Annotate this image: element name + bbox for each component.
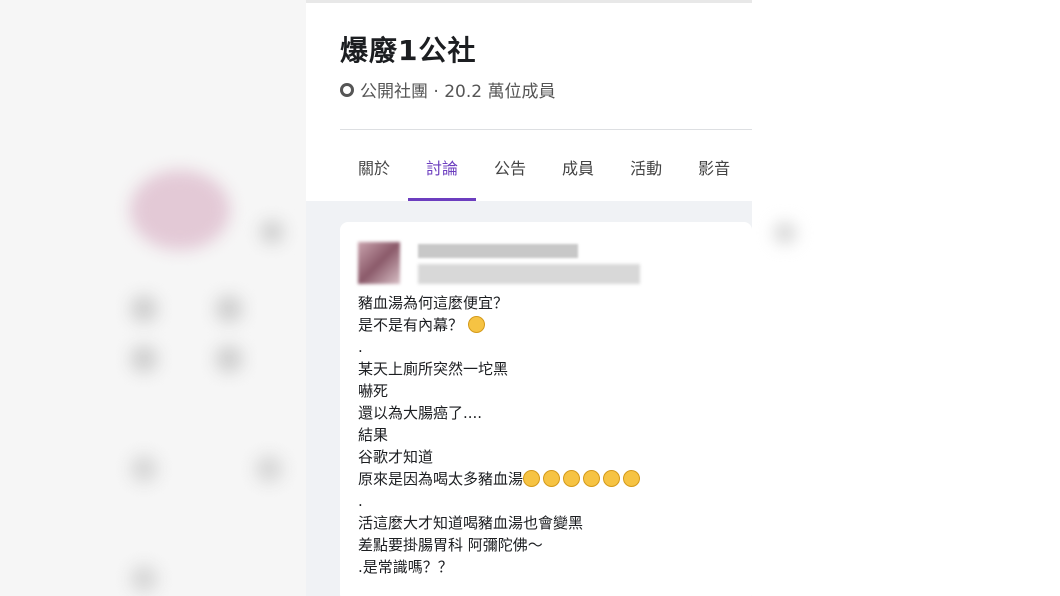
post-card: 豬血湯為何這麼便宜？ 是不是有內幕？ . 某天上廁所突然一坨黑 嚇死 還以為大腸…	[340, 222, 752, 596]
post-line-with-emoji: 是不是有內幕？	[358, 314, 643, 336]
post-line: .是常識嗎？？	[358, 558, 453, 576]
tab-discussion[interactable]: 討論	[408, 141, 477, 201]
globe-icon	[340, 82, 354, 97]
author-name-blurred	[418, 244, 578, 258]
post-line: .	[358, 338, 363, 356]
tab-events[interactable]: 活動	[612, 141, 680, 201]
blurred-background-right	[752, 0, 1060, 596]
laughing-crying-icon	[523, 470, 541, 487]
group-title: 爆廢1公社	[340, 34, 477, 67]
post-line: 谷歌才知道	[358, 448, 434, 466]
laughing-crying-icon	[603, 470, 621, 487]
post-line: 還以為大腸癌了....	[358, 404, 483, 422]
laughing-crying-icon	[583, 470, 601, 487]
worried-face-icon	[467, 316, 485, 333]
post-line: 結果	[358, 426, 389, 444]
tab-videos[interactable]: 影音	[680, 141, 748, 201]
post-meta-blurred	[418, 264, 640, 284]
post-line: 是不是有內幕？	[358, 316, 464, 334]
group-header: 爆廢1公社 公開社團 · 20.2 萬位成員 關於 討論 公告 成員 活動 影音	[306, 0, 752, 201]
post-line: 嚇死	[358, 382, 389, 400]
avatar[interactable]	[358, 242, 400, 284]
laughing-crying-icon	[623, 470, 641, 487]
divider	[340, 129, 752, 130]
post-line-with-emoji: 原來是因為喝太多豬血湯	[358, 468, 643, 490]
post-line: 原來是因為喝太多豬血湯	[358, 470, 524, 488]
group-privacy-members: 公開社團 · 20.2 萬位成員	[360, 82, 556, 102]
blurred-background-left	[0, 0, 306, 596]
post-line: .	[358, 492, 363, 510]
laughing-crying-icon	[543, 470, 561, 487]
tab-about[interactable]: 關於	[340, 141, 408, 201]
facebook-group-page: 爆廢1公社 公開社團 · 20.2 萬位成員 關於 討論 公告 成員 活動 影音…	[306, 0, 752, 596]
post-line: 活這麼大才知道喝豬血湯也會變黑	[358, 514, 584, 532]
laughing-crying-icon	[563, 470, 581, 487]
post-line: 豬血湯為何這麼便宜？	[358, 294, 509, 312]
group-meta: 公開社團 · 20.2 萬位成員	[340, 77, 555, 102]
post-body: 豬血湯為何這麼便宜？ 是不是有內幕？ . 某天上廁所突然一坨黑 嚇死 還以為大腸…	[358, 292, 643, 578]
post-line: 差點要掛腸胃科 阿彌陀佛～	[358, 536, 543, 554]
group-tabs: 關於 討論 公告 成員 活動 影音	[340, 141, 748, 201]
tab-members[interactable]: 成員	[544, 141, 612, 201]
post-line: 某天上廁所突然一坨黑	[358, 360, 509, 378]
tab-announcements[interactable]: 公告	[476, 141, 544, 201]
